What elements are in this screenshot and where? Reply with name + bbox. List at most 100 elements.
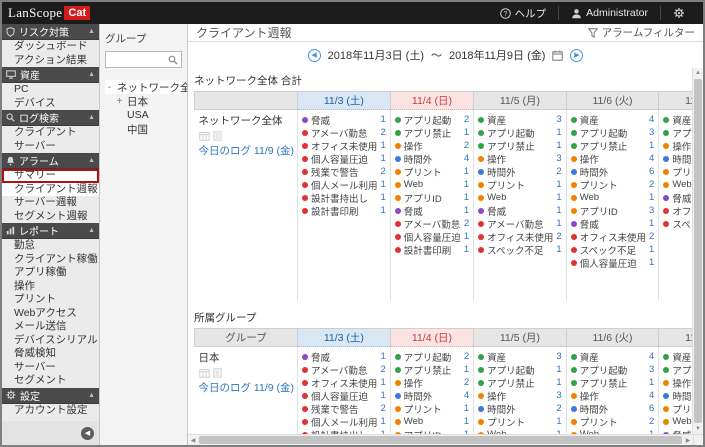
- settings-button[interactable]: [661, 2, 697, 24]
- alarm-count-link[interactable]: 1: [381, 179, 387, 190]
- alarm-count-link[interactable]: 4: [649, 114, 655, 125]
- alarm-count-link[interactable]: 1: [464, 127, 470, 138]
- row-calendar-icon[interactable]: [198, 131, 210, 141]
- tree-item-china[interactable]: 中国: [105, 122, 182, 136]
- alarm-count-link[interactable]: 3: [556, 390, 562, 401]
- alarm-count-link[interactable]: 3: [556, 153, 562, 164]
- alarm-count-link[interactable]: 1: [464, 166, 470, 177]
- alarm-count-link[interactable]: 1: [556, 244, 562, 255]
- alarm-count-link[interactable]: 1: [464, 179, 470, 190]
- vertical-scrollbar[interactable]: ▲ ▼: [692, 68, 703, 434]
- alarm-count-link[interactable]: 1: [556, 377, 562, 388]
- alarm-count-link[interactable]: 2: [381, 364, 387, 375]
- user-menu-button[interactable]: Administrator: [559, 2, 660, 24]
- tree-item-japan[interactable]: + 日本: [105, 94, 182, 108]
- next-week-button[interactable]: ▶: [570, 48, 584, 62]
- alarm-count-link[interactable]: 2: [649, 416, 655, 427]
- sidebar-item-mail-send[interactable]: メール送信: [2, 320, 99, 334]
- sidebar-item-client[interactable]: クライアント: [2, 126, 99, 140]
- alarm-count-link[interactable]: 3: [556, 114, 562, 125]
- alarm-count-link[interactable]: 6: [649, 403, 655, 414]
- sidebar-section-asset[interactable]: 資産 ▲: [2, 67, 99, 83]
- alarm-count-link[interactable]: 2: [649, 179, 655, 190]
- today-log-link[interactable]: 今日のログ 11/9 (金): [199, 143, 294, 158]
- alarm-count-link[interactable]: 1: [464, 403, 470, 414]
- scroll-down-icon[interactable]: ▼: [693, 424, 703, 434]
- scroll-left-icon[interactable]: ◀: [188, 435, 198, 445]
- alarm-count-link[interactable]: 1: [649, 218, 655, 229]
- sidebar-collapse-button[interactable]: ◀: [81, 426, 94, 440]
- alarm-count-link[interactable]: 1: [381, 153, 387, 164]
- alarm-count-link[interactable]: 1: [464, 416, 470, 427]
- row-export-icon[interactable]: [212, 368, 222, 378]
- alarm-count-link[interactable]: 3: [649, 127, 655, 138]
- alarm-count-link[interactable]: 2: [464, 218, 470, 229]
- alarm-count-link[interactable]: 1: [556, 127, 562, 138]
- alarm-count-link[interactable]: 2: [381, 403, 387, 414]
- expand-icon[interactable]: +: [115, 96, 124, 106]
- alarm-count-link[interactable]: 1: [556, 140, 562, 151]
- sidebar-item-dashboard[interactable]: ダッシュボード: [2, 40, 99, 54]
- alarm-count-link[interactable]: 3: [649, 205, 655, 216]
- alarm-count-link[interactable]: 1: [649, 140, 655, 151]
- sidebar-item-account-settings[interactable]: アカウント設定: [2, 404, 99, 418]
- sidebar-section-risk[interactable]: リスク対策 ▲: [2, 24, 99, 40]
- sidebar-item-server[interactable]: サーバー: [2, 140, 99, 154]
- sidebar-item-attendance[interactable]: 勤怠: [2, 239, 99, 253]
- row-calendar-icon[interactable]: [198, 368, 210, 378]
- alarm-count-link[interactable]: 4: [649, 153, 655, 164]
- alarm-count-link[interactable]: 4: [464, 390, 470, 401]
- alarm-count-link[interactable]: 1: [649, 244, 655, 255]
- sidebar-item-pc[interactable]: PC: [2, 83, 99, 97]
- alarm-count-link[interactable]: 4: [649, 390, 655, 401]
- alarm-count-link[interactable]: 1: [381, 205, 387, 216]
- sidebar-section-report[interactable]: レポート ▲: [2, 223, 99, 239]
- help-button[interactable]: ? ヘルプ: [488, 2, 559, 24]
- scroll-up-icon[interactable]: ▲: [693, 68, 703, 78]
- alarm-count-link[interactable]: 6: [649, 166, 655, 177]
- alarm-count-link[interactable]: 2: [464, 351, 470, 362]
- sidebar-item-server-weekly[interactable]: サーバー週報: [2, 196, 99, 210]
- sidebar-item-print[interactable]: プリント: [2, 293, 99, 307]
- sidebar-item-segment-report[interactable]: セグメント: [2, 374, 99, 388]
- sidebar-item-client-operation[interactable]: クライアント稼働: [2, 253, 99, 267]
- alarm-count-link[interactable]: 2: [464, 140, 470, 151]
- alarm-count-link[interactable]: 1: [556, 364, 562, 375]
- vertical-scroll-thumb[interactable]: [694, 79, 702, 423]
- sidebar-item-action-results[interactable]: アクション結果: [2, 54, 99, 68]
- alarm-count-link[interactable]: 2: [381, 166, 387, 177]
- alarm-count-link[interactable]: 1: [556, 179, 562, 190]
- alarm-count-link[interactable]: 2: [649, 231, 655, 242]
- alarm-count-link[interactable]: 1: [381, 351, 387, 362]
- sidebar-section-settings[interactable]: 設定 ▲: [2, 387, 99, 404]
- sidebar-item-device[interactable]: デバイス: [2, 97, 99, 111]
- alarm-count-link[interactable]: 3: [556, 351, 562, 362]
- alarm-count-link[interactable]: 2: [381, 127, 387, 138]
- alarm-count-link[interactable]: 1: [381, 192, 387, 203]
- sidebar-item-segment-weekly[interactable]: セグメント週報: [2, 210, 99, 224]
- alarm-count-link[interactable]: 4: [649, 351, 655, 362]
- alarm-count-link[interactable]: 1: [381, 416, 387, 427]
- alarm-count-link[interactable]: 1: [381, 390, 387, 401]
- today-log-link[interactable]: 今日のログ 11/9 (金): [199, 380, 294, 395]
- alarm-count-link[interactable]: 1: [464, 244, 470, 255]
- alarm-count-link[interactable]: 1: [649, 192, 655, 203]
- alarm-count-link[interactable]: 1: [556, 192, 562, 203]
- alarm-count-link[interactable]: 2: [556, 231, 562, 242]
- sidebar-item-device-serial[interactable]: デバイスシリアル: [2, 334, 99, 348]
- sidebar-item-operation[interactable]: 操作: [2, 280, 99, 294]
- alarm-count-link[interactable]: 2: [556, 166, 562, 177]
- alarm-count-link[interactable]: 1: [381, 377, 387, 388]
- sidebar-item-threat-detection[interactable]: 脅威検知: [2, 347, 99, 361]
- calendar-button[interactable]: [552, 50, 564, 61]
- sidebar-section-log-search[interactable]: ログ検索 ▲: [2, 110, 99, 126]
- row-export-icon[interactable]: [212, 131, 222, 141]
- sidebar-item-client-weekly[interactable]: クライアント週報: [2, 182, 99, 196]
- horizontal-scroll-thumb[interactable]: [199, 436, 682, 444]
- alarm-count-link[interactable]: 1: [556, 218, 562, 229]
- sidebar-item-app-operation[interactable]: アプリ稼働: [2, 266, 99, 280]
- sidebar-section-alarm[interactable]: アラーム ▲: [2, 153, 99, 169]
- sidebar-item-summary[interactable]: サマリー: [2, 169, 99, 183]
- alarm-count-link[interactable]: 2: [556, 403, 562, 414]
- prev-week-button[interactable]: ◀: [307, 48, 321, 62]
